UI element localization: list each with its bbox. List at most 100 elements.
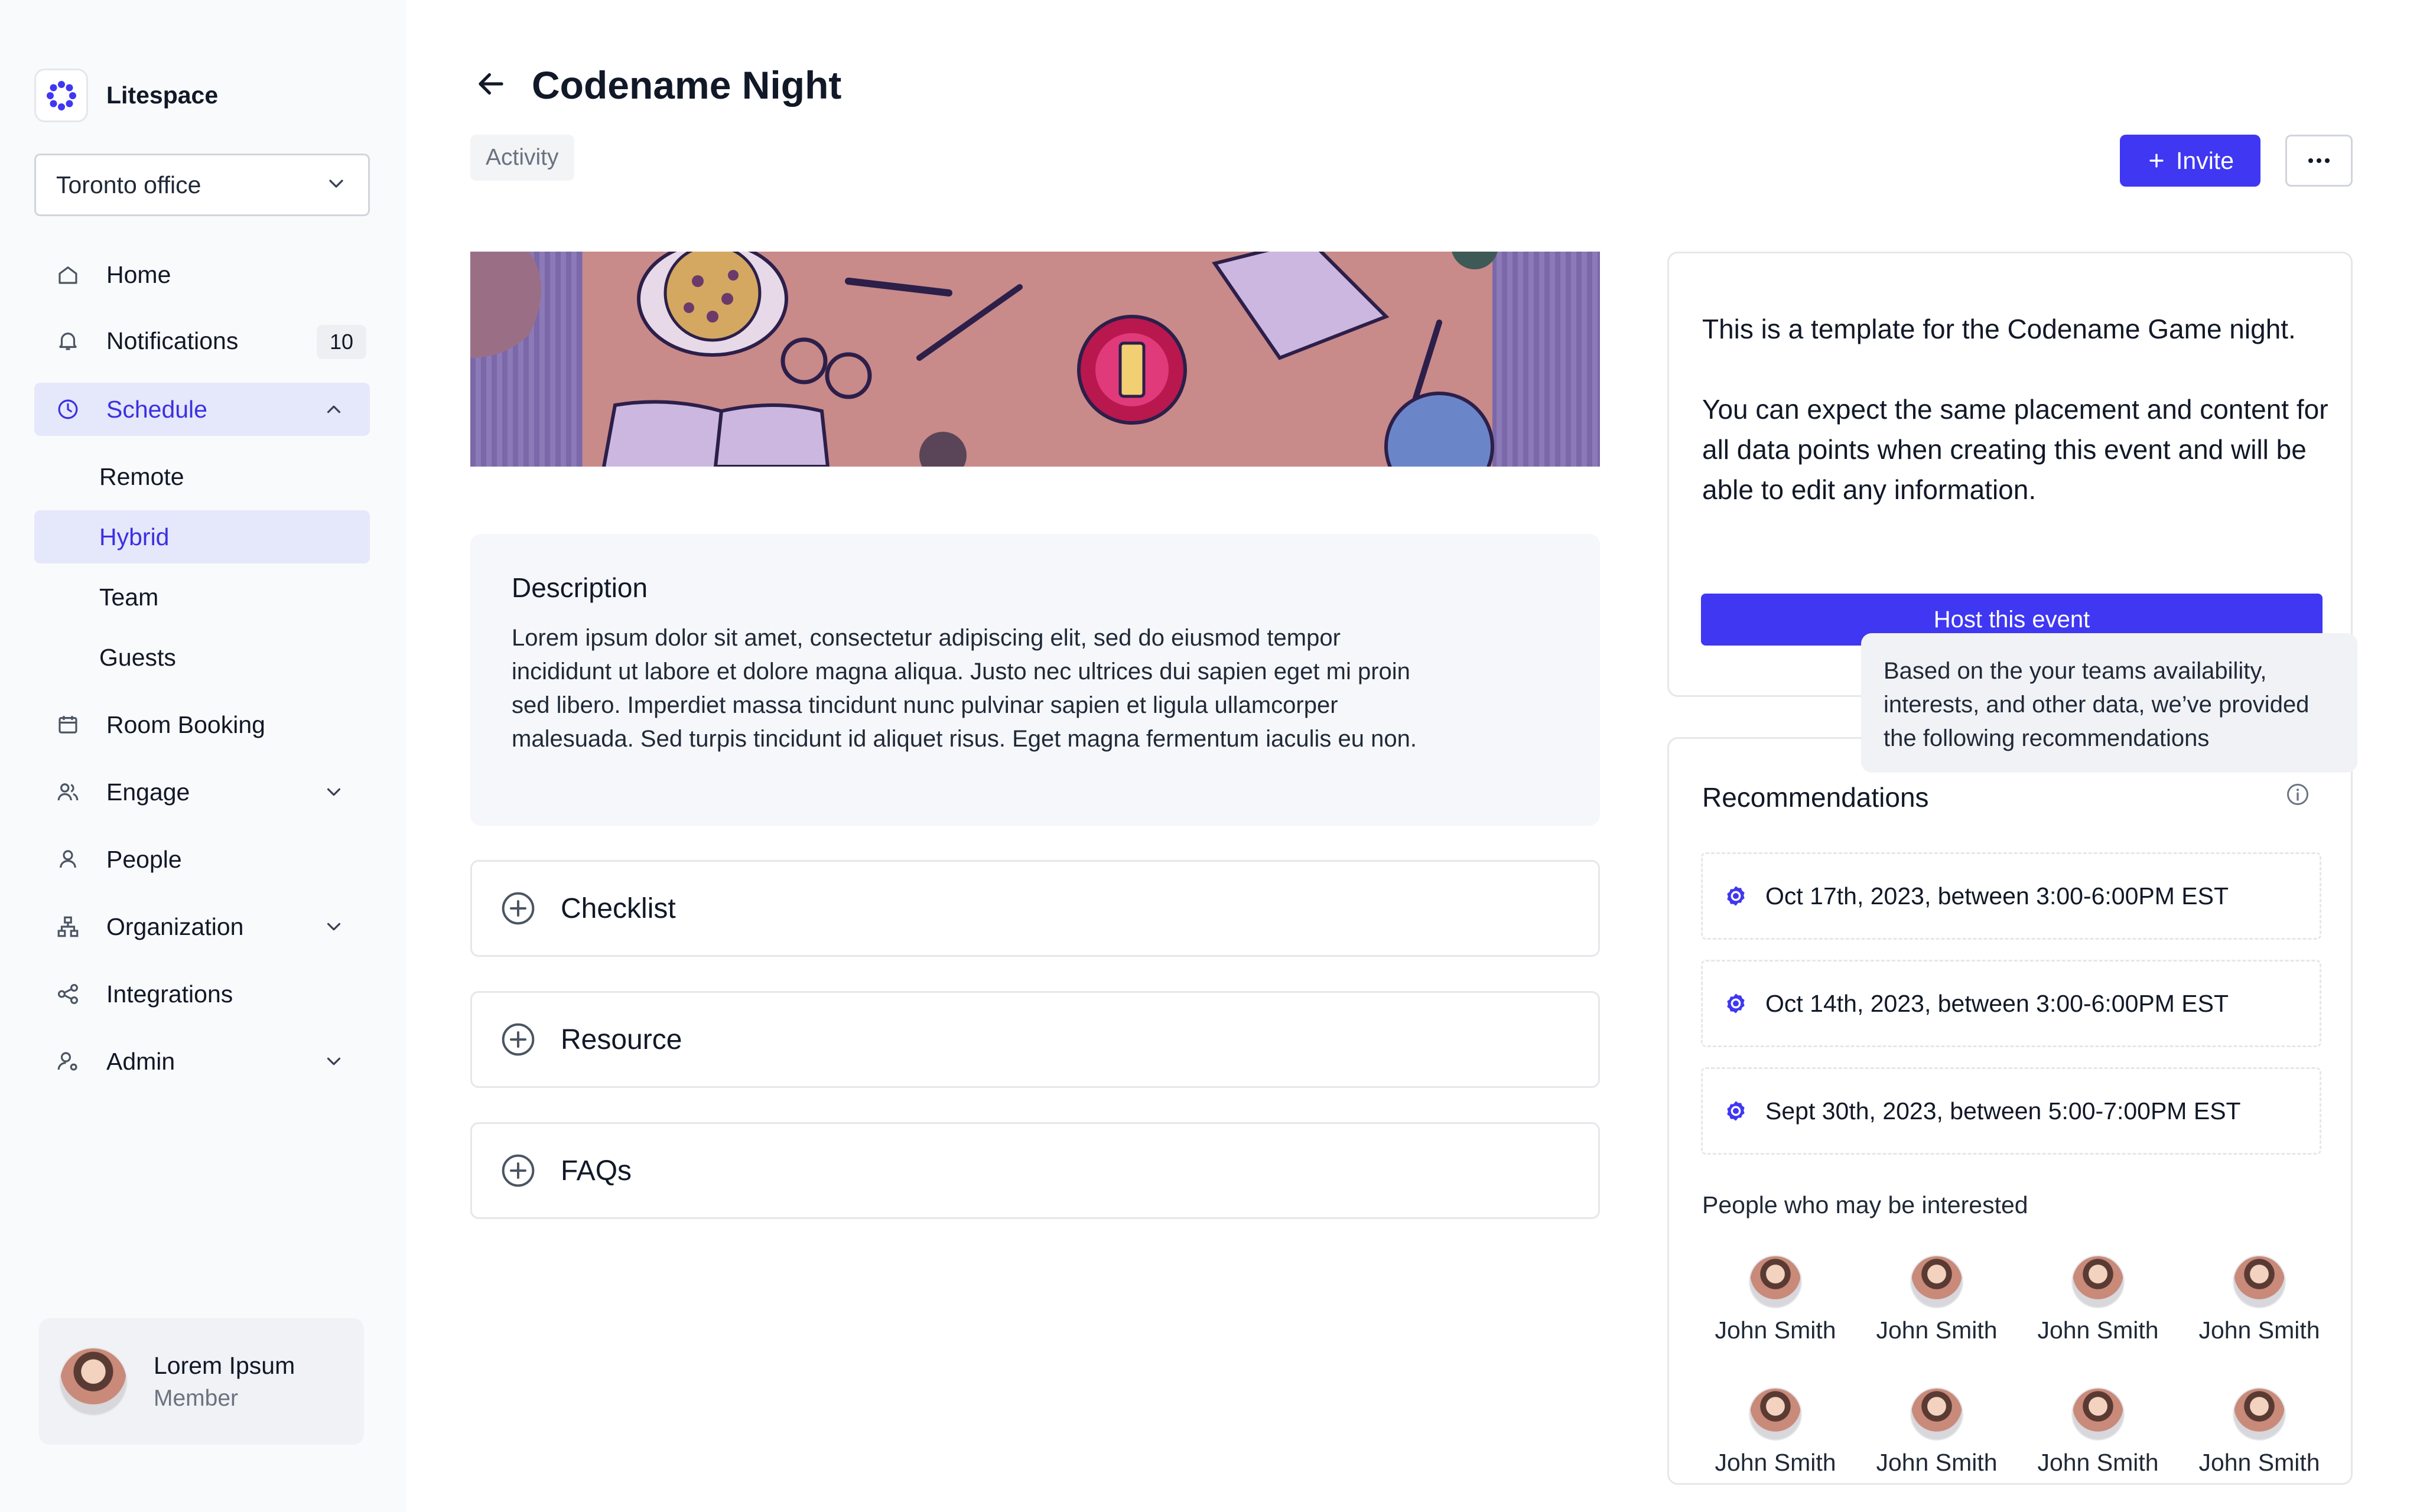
chevron-up-icon[interactable] bbox=[320, 396, 347, 423]
recommendation-item[interactable]: Oct 17th, 2023, between 3:00-6:00PM EST bbox=[1701, 852, 2321, 940]
avatar bbox=[2233, 1387, 2286, 1441]
chevron-down-icon[interactable] bbox=[320, 778, 347, 806]
person-card[interactable]: John Smith bbox=[1710, 1255, 1840, 1344]
avatar bbox=[1749, 1387, 1802, 1441]
plus-circle-icon bbox=[499, 889, 537, 927]
clock-icon bbox=[54, 396, 82, 423]
description-card: Description Lorem ipsum dolor sit amet, … bbox=[470, 534, 1600, 826]
accordion-checklist[interactable]: Checklist bbox=[470, 860, 1600, 957]
person-name: John Smith bbox=[2037, 1449, 2159, 1476]
recommendation-item[interactable]: Oct 14th, 2023, between 3:00-6:00PM EST bbox=[1701, 960, 2321, 1047]
avatar bbox=[2071, 1387, 2125, 1441]
sidebar-item-label: Engage bbox=[106, 778, 190, 806]
accordion-resource[interactable]: Resource bbox=[470, 991, 1600, 1088]
share-icon bbox=[54, 980, 82, 1008]
user-settings-icon bbox=[54, 1048, 82, 1075]
badge-check-icon bbox=[1724, 884, 1748, 908]
avatar bbox=[1910, 1387, 1963, 1441]
litespace-logo-icon bbox=[34, 69, 88, 122]
person-card[interactable]: John Smith bbox=[2194, 1255, 2324, 1344]
user-icon bbox=[54, 846, 82, 873]
recommendation-item[interactable]: Sept 30th, 2023, between 5:00-7:00PM EST bbox=[1701, 1067, 2321, 1155]
sidebar-item-engage[interactable]: Engage bbox=[34, 765, 370, 819]
avatar bbox=[1749, 1255, 1802, 1308]
accordion-label: Checklist bbox=[561, 892, 676, 924]
avatar bbox=[59, 1347, 128, 1416]
sidebar-item-organization[interactable]: Organization bbox=[34, 900, 370, 953]
sidebar-item-admin[interactable]: Admin bbox=[34, 1035, 370, 1088]
person-card[interactable]: John Smith bbox=[2194, 1387, 2324, 1477]
chevron-down-icon bbox=[324, 172, 348, 198]
chevron-down-icon[interactable] bbox=[320, 1048, 347, 1075]
person-name: John Smith bbox=[2037, 1317, 2159, 1344]
sidebar-subitem-guests[interactable]: Guests bbox=[34, 631, 370, 684]
calendar-icon bbox=[54, 711, 82, 738]
person-name: John Smith bbox=[1876, 1449, 1998, 1476]
person-name: John Smith bbox=[2198, 1449, 2320, 1476]
org-chart-icon bbox=[54, 913, 82, 940]
sidebar-item-label: People bbox=[106, 845, 182, 873]
back-arrow-icon[interactable] bbox=[473, 66, 509, 105]
more-horizontal-icon bbox=[2306, 157, 2332, 164]
sidebar-item-home[interactable]: Home bbox=[34, 248, 370, 301]
sidebar-item-label: Integrations bbox=[106, 980, 233, 1008]
sidebar-item-notifications[interactable]: Notifications 10 bbox=[34, 314, 370, 367]
person-card[interactable]: John Smith bbox=[2033, 1387, 2163, 1477]
page-header: Codename Night bbox=[473, 63, 841, 107]
description-body: Lorem ipsum dolor sit amet, consectetur … bbox=[512, 625, 1417, 752]
more-options-button[interactable] bbox=[2285, 135, 2353, 187]
invite-button-label: Invite bbox=[2176, 146, 2234, 174]
page-title: Codename Night bbox=[532, 63, 842, 107]
app-name: Litespace bbox=[106, 82, 219, 109]
person-card[interactable]: John Smith bbox=[1872, 1387, 2002, 1477]
home-icon bbox=[54, 261, 82, 288]
sidebar-item-label: Home bbox=[106, 260, 171, 288]
plus-circle-icon bbox=[499, 1152, 537, 1190]
sidebar-item-integrations[interactable]: Integrations bbox=[34, 967, 370, 1021]
person-name: John Smith bbox=[1715, 1317, 1836, 1344]
sidebar: Litespace Toronto office Home Notificati… bbox=[0, 0, 406, 1512]
sidebar-subitem-hybrid[interactable]: Hybrid bbox=[34, 510, 370, 563]
recommendations-card: Recommendations Oct 17th, 2023, between … bbox=[1667, 737, 2353, 1485]
sidebar-subitem-remote[interactable]: Remote bbox=[34, 450, 370, 503]
brand[interactable]: Litespace bbox=[34, 69, 218, 122]
bell-icon bbox=[54, 327, 82, 354]
sidebar-item-label: Schedule bbox=[106, 395, 207, 423]
badge-check-icon bbox=[1724, 1099, 1748, 1123]
sidebar-item-label: Room Booking bbox=[106, 711, 265, 738]
recommendations-tooltip: Based on the your teams availability, in… bbox=[1861, 633, 2357, 773]
profile-name: Lorem Ipsum bbox=[154, 1351, 295, 1379]
sidebar-item-people[interactable]: People bbox=[34, 833, 370, 886]
template-description: This is a template for the Codename Game… bbox=[1702, 314, 2328, 505]
invite-button[interactable]: Invite bbox=[2120, 135, 2260, 187]
recommendation-text: Oct 17th, 2023, between 3:00-6:00PM EST bbox=[1765, 882, 2229, 910]
person-card[interactable]: John Smith bbox=[1710, 1387, 1840, 1477]
sidebar-item-label: Organization bbox=[106, 913, 244, 940]
notification-count-badge: 10 bbox=[317, 325, 366, 359]
event-banner-image bbox=[470, 252, 1600, 467]
activity-tag: Activity bbox=[470, 135, 574, 181]
accordion-label: Resource bbox=[561, 1024, 682, 1055]
sidebar-item-schedule[interactable]: Schedule bbox=[34, 383, 370, 436]
plus-icon bbox=[2146, 151, 2167, 171]
info-icon[interactable] bbox=[2285, 781, 2311, 810]
sidebar-item-room-booking[interactable]: Room Booking bbox=[34, 698, 370, 751]
recommendation-text: Oct 14th, 2023, between 3:00-6:00PM EST bbox=[1765, 989, 2229, 1017]
profile-role: Member bbox=[154, 1385, 239, 1411]
office-select-value: Toronto office bbox=[56, 171, 201, 198]
person-card[interactable]: John Smith bbox=[1872, 1255, 2002, 1344]
avatar bbox=[1910, 1255, 1963, 1308]
sidebar-subitem-team[interactable]: Team bbox=[34, 571, 370, 624]
person-name: John Smith bbox=[2198, 1317, 2320, 1344]
chevron-down-icon[interactable] bbox=[320, 913, 347, 940]
avatar bbox=[2233, 1255, 2286, 1308]
person-card[interactable]: John Smith bbox=[2033, 1255, 2163, 1344]
accordion-faqs[interactable]: FAQs bbox=[470, 1122, 1600, 1219]
avatar bbox=[2071, 1255, 2125, 1308]
user-profile-card[interactable]: Lorem Ipsum Member bbox=[39, 1318, 364, 1445]
plus-circle-icon bbox=[499, 1021, 537, 1058]
accordion-label: FAQs bbox=[561, 1155, 632, 1187]
person-name: John Smith bbox=[1876, 1317, 1998, 1344]
office-select[interactable]: Toronto office bbox=[34, 154, 370, 216]
template-info-card: This is a template for the Codename Game… bbox=[1667, 252, 2353, 697]
